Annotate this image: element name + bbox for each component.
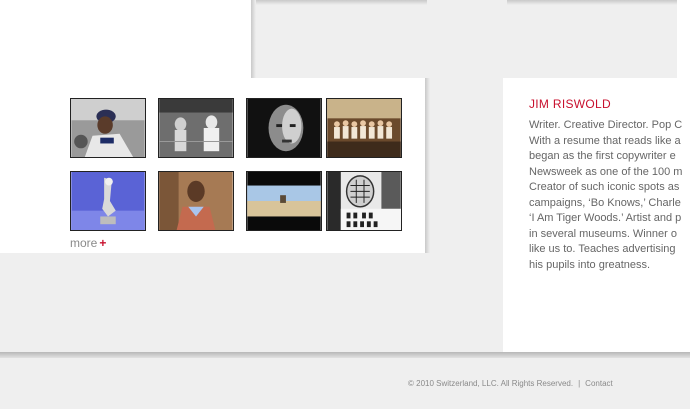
footer-separator: | — [578, 379, 581, 388]
bio-line: began as the first copywriter e — [529, 150, 676, 162]
bio-line: With a resume that reads like a — [529, 134, 681, 147]
copyright-text: © 2010 Switzerland, LLC. All Rights Rese… — [408, 379, 574, 388]
thumb-boy-portrait[interactable] — [158, 171, 234, 231]
contact-link[interactable]: Contact — [585, 379, 613, 388]
background-panel — [677, 0, 690, 78]
thumb-baseball-player[interactable] — [70, 98, 146, 158]
panel-shadow — [425, 78, 430, 253]
robot-arm-image — [71, 172, 145, 230]
thumb-portrait-face[interactable] — [246, 98, 322, 158]
panel-shadow — [251, 0, 256, 78]
bio-line: Creator of such iconic spots as — [529, 181, 680, 193]
thumb-team-photo[interactable] — [326, 98, 402, 158]
panel-shadow — [507, 0, 677, 5]
team-photo-image — [327, 99, 401, 157]
bio-line: like us to. Teaches advertising — [529, 243, 676, 255]
copyright-line: © 2010 Switzerland, LLC. All Rights Rese… — [408, 379, 613, 388]
top-left-blank — [0, 0, 251, 78]
baseball-player-image — [71, 99, 145, 157]
background-panel — [251, 0, 427, 80]
more-label: more — [70, 236, 98, 250]
desert-scene-image — [247, 172, 321, 230]
bio-text: Writer. Creative Director. Pop C With a r… — [529, 118, 690, 273]
bio-line: his pupils into greatness. — [529, 258, 651, 271]
bio-line: Newsweek as one of the 100 m — [529, 165, 683, 178]
boy-portrait-image — [159, 172, 233, 230]
hockey-protest-image — [327, 172, 401, 230]
thumb-boxing-match[interactable] — [158, 98, 234, 158]
thumb-robot-arm[interactable] — [70, 171, 146, 231]
background-panel — [427, 0, 507, 253]
portrait-face-image — [247, 99, 321, 157]
bio-line: in several museums. Winner o — [529, 227, 677, 240]
bio-line: campaigns, ‘Bo Knows,’ Charle — [529, 196, 681, 209]
bio-line: Writer. Creative Director. Pop C — [529, 119, 683, 131]
more-link[interactable]: more + — [70, 236, 106, 250]
thumb-desert-scene[interactable] — [246, 171, 322, 231]
plus-icon: + — [99, 236, 107, 250]
thumb-hockey-protest[interactable] — [326, 171, 402, 231]
background-panel — [507, 0, 677, 80]
boxing-match-image — [159, 99, 233, 157]
bio-line: ‘I Am Tiger Woods.’ Artist and p — [529, 212, 682, 224]
panel-shadow — [256, 0, 427, 5]
bio-text-clip: Writer. Creative Director. Pop C With a r… — [503, 78, 690, 356]
